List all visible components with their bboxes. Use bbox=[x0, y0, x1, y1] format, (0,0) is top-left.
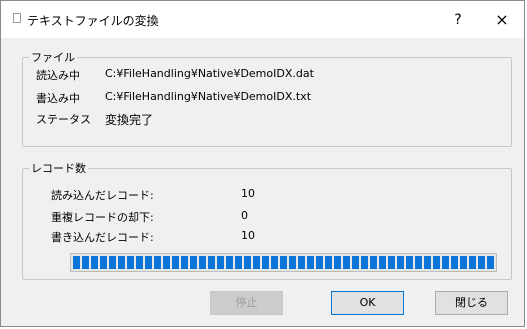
reading-label: 読込み中 bbox=[36, 69, 80, 82]
stop-button[interactable]: 停止 bbox=[210, 291, 283, 315]
progress-fill bbox=[73, 256, 494, 269]
title-bar: テキストファイルの変換 ? × bbox=[1, 1, 524, 38]
record-group-legend: レコード数 bbox=[31, 162, 86, 175]
close-button[interactable]: 閉じる bbox=[435, 291, 508, 315]
help-button[interactable]: ? bbox=[441, 7, 475, 33]
records-written-label: 書き込んだレコード: bbox=[51, 231, 154, 244]
duplicate-rejected-value: 0 bbox=[241, 209, 248, 222]
status-label: ステータス bbox=[36, 113, 91, 126]
app-icon bbox=[13, 13, 21, 23]
progress-bar bbox=[70, 253, 497, 272]
records-read-value: 10 bbox=[241, 187, 255, 200]
window-title: テキストファイルの変換 bbox=[27, 14, 159, 28]
writing-label: 書込み中 bbox=[36, 92, 80, 105]
reading-path: C:¥FileHandling¥Native¥DemoIDX.dat bbox=[105, 67, 314, 80]
convert-dialog: テキストファイルの変換 ? × ファイル 読込み中 C:¥FileHandlin… bbox=[0, 0, 525, 327]
ok-button[interactable]: OK bbox=[331, 291, 404, 315]
file-group-legend: ファイル bbox=[31, 51, 75, 64]
records-read-label: 読み込んだレコード: bbox=[51, 189, 154, 202]
records-written-value: 10 bbox=[241, 229, 255, 242]
close-icon[interactable]: × bbox=[485, 7, 519, 33]
status-value: 変換完了 bbox=[105, 113, 154, 127]
duplicate-rejected-label: 重複レコードの却下: bbox=[51, 211, 154, 224]
writing-path: C:¥FileHandling¥Native¥DemoIDX.txt bbox=[105, 90, 312, 103]
